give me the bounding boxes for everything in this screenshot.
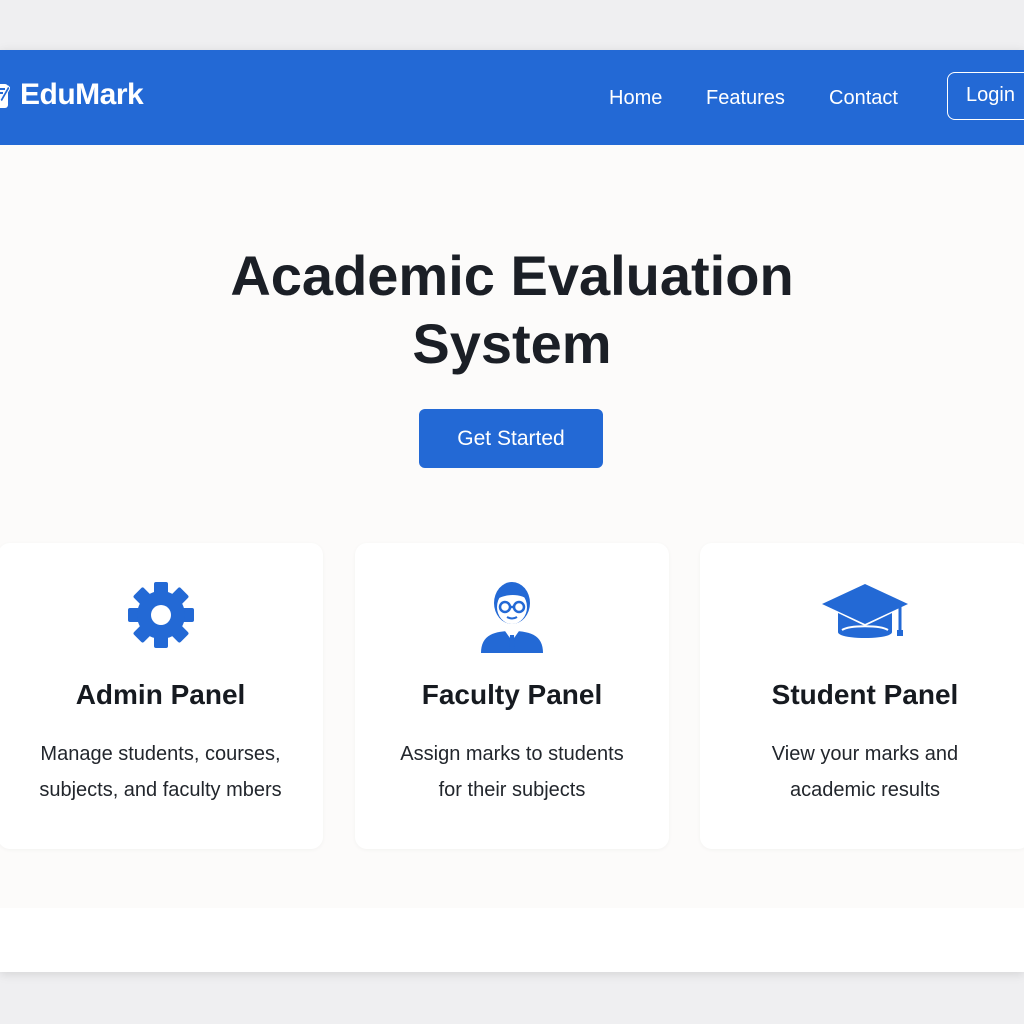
page-title: Academic Evaluation System	[0, 242, 1024, 378]
student-desc-line-2: academic results	[789, 779, 941, 801]
faculty-panel-description: Assign marks to students for their subje…	[355, 736, 669, 808]
nav-link-features[interactable]: Features	[706, 86, 785, 110]
footer-area	[0, 908, 1024, 972]
admin-desc-line-2: subjects, and faculty mbers	[39, 779, 282, 801]
student-desc-line-1: View your marks and	[771, 743, 959, 765]
teacher-icon	[467, 575, 557, 655]
faculty-panel-title: Faculty Panel	[421, 679, 603, 710]
student-panel-title: Student Panel	[771, 679, 959, 710]
admin-panel-title: Admin Panel	[75, 679, 246, 710]
faculty-desc-line-1: Assign marks to students	[400, 743, 624, 765]
gear-icon	[116, 575, 206, 655]
get-started-button[interactable]: Get Started	[419, 409, 603, 468]
browser-window: EduMark Home Features Contact Login Acad…	[0, 50, 1024, 972]
student-panel-description: View your marks and academic results	[700, 736, 1024, 808]
graduation-cap-icon	[820, 575, 910, 655]
top-navbar: EduMark Home Features Contact Login	[0, 50, 1024, 145]
faculty-panel-card[interactable]: Faculty Panel Assign marks to students f…	[355, 543, 669, 849]
faculty-desc-line-2: for their subjects	[438, 779, 586, 801]
brand-logo[interactable]: EduMark	[0, 78, 144, 112]
page-title-line-2: System	[412, 312, 612, 375]
edit-note-icon	[0, 84, 10, 108]
admin-panel-description: Manage students, courses, subjects, and …	[0, 736, 323, 808]
nav-link-contact[interactable]: Contact	[829, 86, 898, 110]
admin-panel-card[interactable]: Admin Panel Manage students, courses, su…	[0, 543, 323, 849]
student-panel-card[interactable]: Student Panel View your marks and academ…	[700, 543, 1024, 849]
login-button[interactable]: Login	[947, 72, 1024, 120]
admin-desc-line-1: Manage students, courses,	[40, 743, 281, 765]
brand-name: EduMark	[20, 78, 144, 111]
nav-link-home[interactable]: Home	[609, 86, 662, 110]
page-title-line-1: Academic Evaluation	[230, 244, 794, 307]
